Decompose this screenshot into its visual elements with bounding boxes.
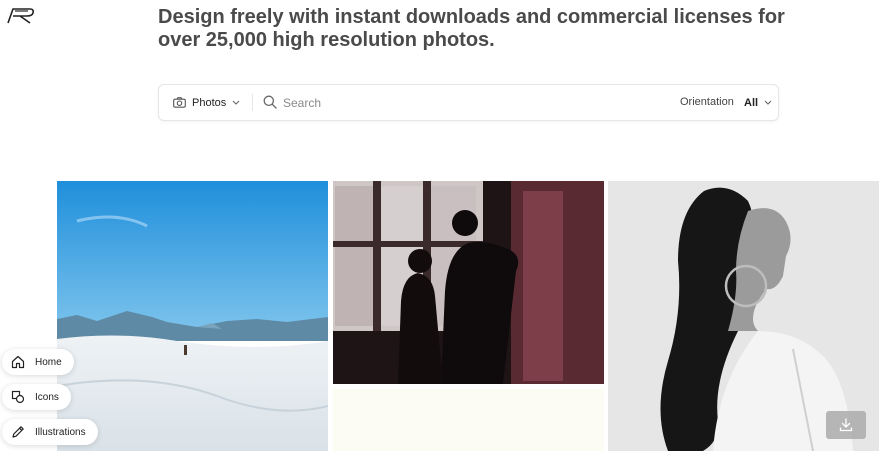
- page-headline: Design freely with instant downloads and…: [158, 6, 785, 51]
- nav-illustrations-label: Illustrations: [35, 426, 86, 438]
- nav-home-label: Home: [35, 356, 62, 368]
- nav-home[interactable]: Home: [2, 349, 74, 375]
- orientation-select[interactable]: All: [744, 85, 772, 120]
- camera-icon: [173, 97, 186, 108]
- chevron-down-icon: [764, 100, 772, 105]
- nav-illustrations[interactable]: Illustrations: [2, 419, 98, 445]
- media-type-select[interactable]: Photos: [173, 85, 240, 120]
- photo-desert[interactable]: [57, 181, 328, 451]
- search-bar: Photos Orientation All: [158, 84, 779, 121]
- download-icon: [839, 418, 853, 432]
- search-icon: [263, 95, 277, 109]
- pencil-icon: [12, 426, 24, 438]
- shapes-icon: [11, 390, 25, 404]
- photo-window-silhouettes[interactable]: [333, 181, 604, 384]
- orientation-value: All: [744, 96, 759, 109]
- brand-logo[interactable]: [6, 6, 36, 26]
- nav-icons[interactable]: Icons: [2, 384, 71, 410]
- download-button[interactable]: [826, 411, 866, 439]
- nav-icons-label: Icons: [35, 391, 59, 403]
- divider: [252, 94, 253, 111]
- chevron-down-icon: [232, 100, 240, 105]
- media-type-label: Photos: [192, 96, 227, 109]
- home-icon: [11, 355, 25, 369]
- orientation-label: Orientation: [680, 96, 734, 108]
- search-input[interactable]: [283, 93, 663, 112]
- photo-cream[interactable]: [333, 389, 604, 451]
